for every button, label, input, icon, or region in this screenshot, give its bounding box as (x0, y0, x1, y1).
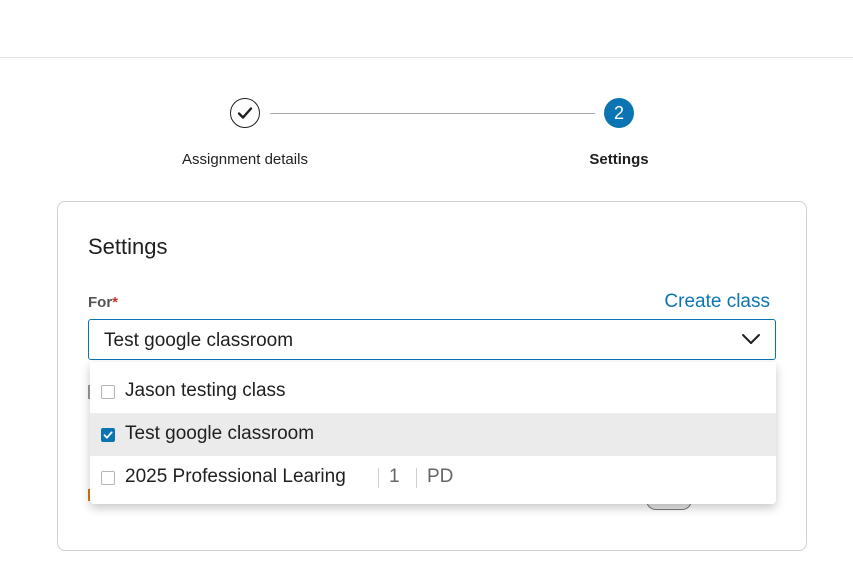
dropdown-option[interactable]: 2025 Professional Learing 1 PD (90, 456, 776, 499)
step-1-label[interactable]: Assignment details (182, 151, 308, 168)
option-checkbox-checked[interactable] (101, 428, 115, 442)
option-checkbox[interactable] (101, 385, 115, 399)
dropdown-option[interactable]: Jason testing class (90, 370, 776, 413)
class-dropdown-list: Jason testing class Test google classroo… (90, 362, 776, 504)
class-select-value: Test google classroom (104, 330, 294, 351)
meta-separator (416, 468, 417, 488)
step-2-number: 2 (613, 102, 624, 123)
step-1-complete[interactable] (230, 98, 260, 128)
for-label-text: For (88, 294, 113, 311)
header-divider (0, 57, 853, 58)
dropdown-option-selected[interactable]: Test google classroom (90, 413, 776, 456)
stepper-connector (270, 113, 595, 114)
create-class-link[interactable]: Create class (664, 291, 770, 313)
option-checkbox[interactable] (101, 471, 115, 485)
required-mark: * (112, 294, 119, 311)
option-meta-code: PD (427, 466, 454, 487)
page: Assignment details 2 Settings Settings F… (0, 0, 853, 565)
meta-separator (378, 468, 379, 488)
option-label: Jason testing class (125, 380, 286, 401)
step-2-current: 2 (604, 98, 634, 128)
check-icon (103, 431, 113, 439)
class-select[interactable]: Test google classroom (88, 319, 776, 360)
step-2-label: Settings (589, 151, 649, 168)
checkmark-icon (237, 107, 253, 119)
chevron-down-icon (742, 334, 760, 344)
option-label: Test google classroom (125, 423, 315, 444)
settings-title: Settings (88, 234, 168, 259)
for-label: For* (88, 294, 118, 311)
option-label: 2025 Professional Learing (125, 466, 346, 487)
option-meta-count: 1 (389, 466, 400, 487)
